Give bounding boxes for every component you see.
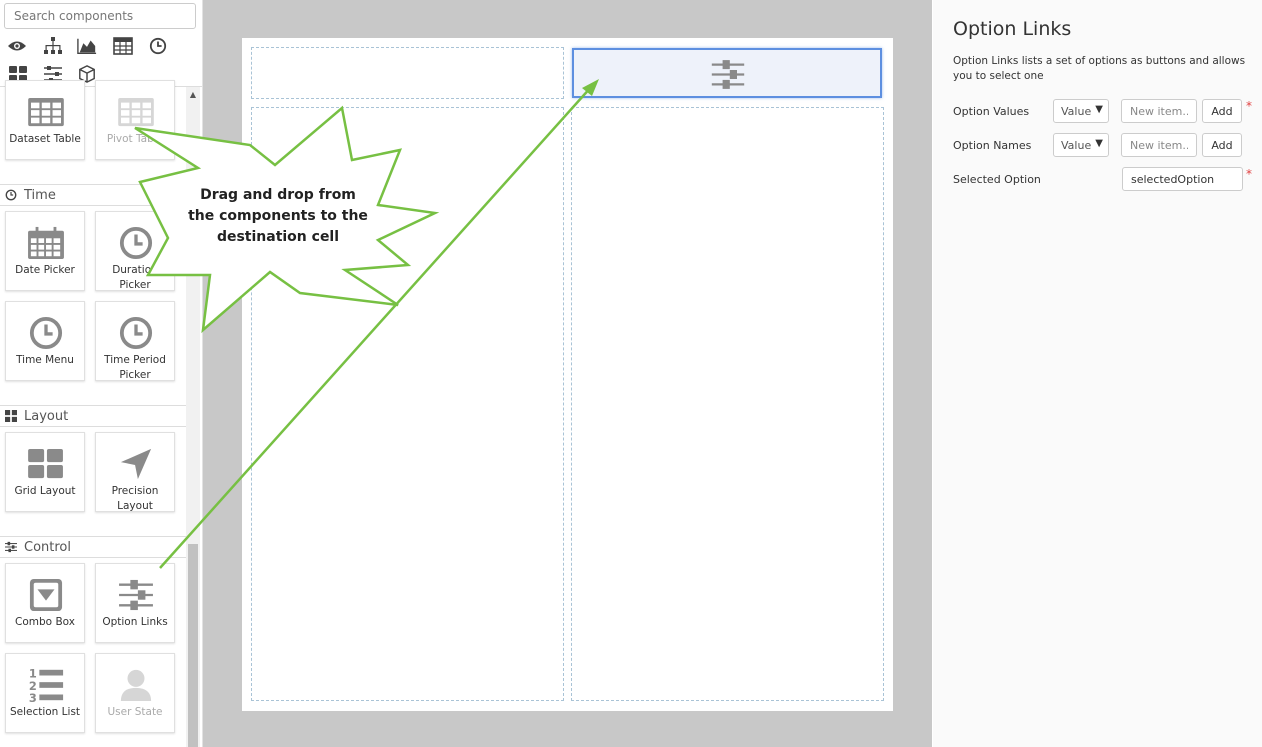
sliders-icon <box>711 60 745 89</box>
grid-cell[interactable] <box>571 107 884 701</box>
selected-option-input[interactable] <box>1122 167 1243 191</box>
dropdown-arrow-icon: ▼ <box>1095 138 1103 149</box>
scroll-up-arrow-icon[interactable]: ▲ <box>186 88 200 102</box>
tile-selection-list[interactable]: 123 Selection List <box>5 653 85 733</box>
tile-label: Duration Picker <box>112 264 158 291</box>
option-values-new-item-input[interactable] <box>1121 99 1197 123</box>
option-names-add-button[interactable]: Add <box>1202 133 1242 157</box>
sliders-icon <box>116 578 156 612</box>
section-header-control[interactable]: Control <box>0 536 186 558</box>
tile-dataset-table[interactable]: Dataset Table <box>5 80 85 160</box>
tile-label: Pivot Table <box>106 133 164 145</box>
select-value: Value <box>1061 138 1092 152</box>
tile-user-state[interactable]: User State <box>95 653 175 733</box>
table-grid-icon <box>26 95 66 129</box>
table-icon[interactable] <box>112 36 134 56</box>
grid-cell-selected[interactable] <box>572 48 882 98</box>
option-names-type-select[interactable]: Value ▼ <box>1053 133 1109 157</box>
grid-icon <box>26 447 66 481</box>
tile-label: Precision Layout <box>111 485 159 512</box>
tile-label: Time Menu <box>16 354 74 366</box>
calendar-icon <box>26 226 66 260</box>
area-chart-icon[interactable] <box>76 36 98 56</box>
section-title: Control <box>24 539 71 555</box>
grid-icon <box>4 409 18 423</box>
tile-label: Combo Box <box>15 616 75 628</box>
dashboard-page <box>242 38 893 711</box>
table-grid-icon <box>116 95 156 129</box>
tile-grid-layout[interactable]: Grid Layout <box>5 432 85 512</box>
required-marker: * <box>1246 99 1252 113</box>
numbered-list-icon: 123 <box>26 666 66 704</box>
clock-icon[interactable] <box>147 36 169 56</box>
component-palette: Dataset Table Pivot Table Time Date Pick… <box>0 0 203 747</box>
callout-line: destination cell <box>216 229 340 245</box>
search-input[interactable] <box>4 3 196 29</box>
tile-duration-picker[interactable]: Duration Picker <box>95 211 175 291</box>
select-value: Value <box>1061 104 1092 118</box>
section-title: Layout <box>24 408 69 424</box>
callout-line: Drag and drop from <box>200 187 356 203</box>
tile-label: Grid Layout <box>14 485 76 497</box>
callout-text: Drag and drop from the components to the… <box>178 185 378 248</box>
user-icon <box>116 668 156 702</box>
category-filter-bar <box>0 34 202 86</box>
section-title: Time <box>24 187 56 203</box>
tile-label: Dataset Table <box>9 133 81 145</box>
hierarchy-icon[interactable] <box>42 36 64 56</box>
tile-date-picker[interactable]: Date Picker <box>5 211 85 291</box>
option-values-type-select[interactable]: Value ▼ <box>1053 99 1109 123</box>
tile-time-menu[interactable]: Time Menu <box>5 301 85 381</box>
scrollbar-thumb[interactable] <box>188 544 198 747</box>
tile-label: Date Picker <box>15 264 75 276</box>
grid-cell[interactable] <box>251 47 564 99</box>
clock-icon <box>116 316 156 350</box>
tile-time-period-picker[interactable]: Time Period Picker <box>95 301 175 381</box>
tile-label: Selection List <box>9 706 81 718</box>
svg-text:3: 3 <box>29 691 37 704</box>
combo-box-icon <box>26 578 66 612</box>
dropdown-arrow-icon: ▼ <box>1095 104 1103 115</box>
tile-pivot-table[interactable]: Pivot Table <box>95 80 175 160</box>
clock-icon <box>26 316 66 350</box>
option-names-label: Option Names <box>953 139 1032 152</box>
clock-icon <box>4 188 18 202</box>
option-names-new-item-input[interactable] <box>1121 133 1197 157</box>
selected-option-label: Selected Option <box>953 173 1041 186</box>
required-marker: * <box>1246 167 1252 181</box>
section-header-time[interactable]: Time <box>0 184 186 206</box>
clock-icon <box>116 226 156 260</box>
tile-label: Time Period Picker <box>104 354 166 381</box>
panel-description: Option Links lists a set of options as b… <box>953 55 1246 82</box>
section-header-layout[interactable]: Layout <box>0 405 186 427</box>
tile-option-links[interactable]: Option Links <box>95 563 175 643</box>
tile-label: Option Links <box>102 616 168 628</box>
option-values-add-button[interactable]: Add <box>1202 99 1242 123</box>
properties-panel: Option Links Option Links lists a set of… <box>933 0 1262 747</box>
tile-combo-box[interactable]: Combo Box <box>5 563 85 643</box>
tile-precision-layout[interactable]: Precision Layout <box>95 432 175 512</box>
sliders-icon <box>4 540 18 554</box>
eye-icon[interactable] <box>6 36 28 56</box>
option-values-label: Option Values <box>953 105 1030 118</box>
tile-label: User State <box>107 706 163 718</box>
callout-line: the components to the <box>188 208 368 224</box>
pointer-icon <box>116 447 156 481</box>
panel-title: Option Links <box>953 18 1072 40</box>
